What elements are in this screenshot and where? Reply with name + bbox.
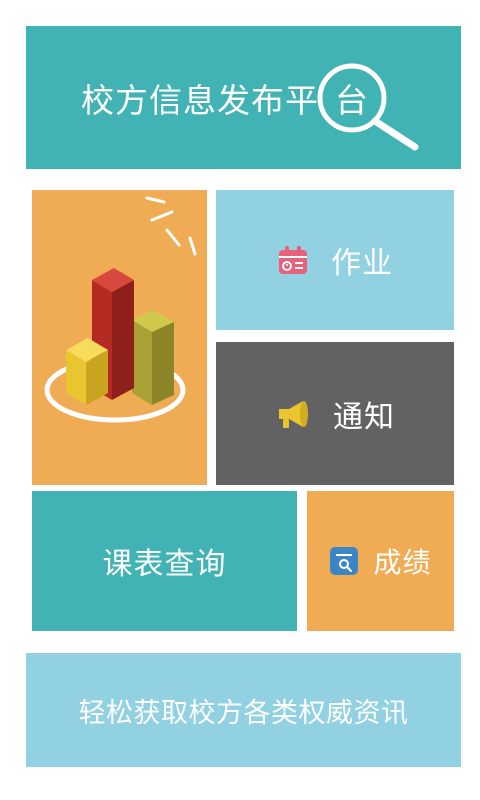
app-title: 校方信息发布平 台 — [81, 63, 419, 150]
footer-banner: 轻松获取校方各类权威资讯 — [26, 653, 461, 767]
stats-chart-tile[interactable] — [32, 190, 207, 485]
footer-tagline: 轻松获取校方各类权威资讯 — [78, 697, 409, 729]
calendar-icon — [277, 244, 309, 276]
homework-tile[interactable]: 作业 — [216, 190, 454, 330]
megaphone-icon — [275, 398, 311, 430]
magnifier-icon: 台 — [317, 63, 419, 150]
report-search-icon — [329, 546, 359, 576]
bar-chart-icon — [44, 196, 197, 423]
notice-tile[interactable]: 通知 — [216, 342, 454, 485]
app-title-text: 校方信息发布平 — [81, 80, 319, 120]
header-banner: 校方信息发布平 台 — [26, 26, 461, 169]
app-home: 校方信息发布平 台 作业 通知 课表查询 成绩 轻松获取校方各类权威资讯 — [0, 0, 480, 800]
grades-tile[interactable]: 成绩 — [307, 491, 454, 631]
notice-label: 通知 — [333, 399, 395, 435]
schedule-label: 课表查询 — [102, 547, 227, 582]
homework-label: 作业 — [331, 246, 393, 281]
app-title-last-char: 台 — [335, 80, 369, 120]
grades-label: 成绩 — [373, 546, 432, 579]
schedule-tile[interactable]: 课表查询 — [32, 491, 297, 631]
